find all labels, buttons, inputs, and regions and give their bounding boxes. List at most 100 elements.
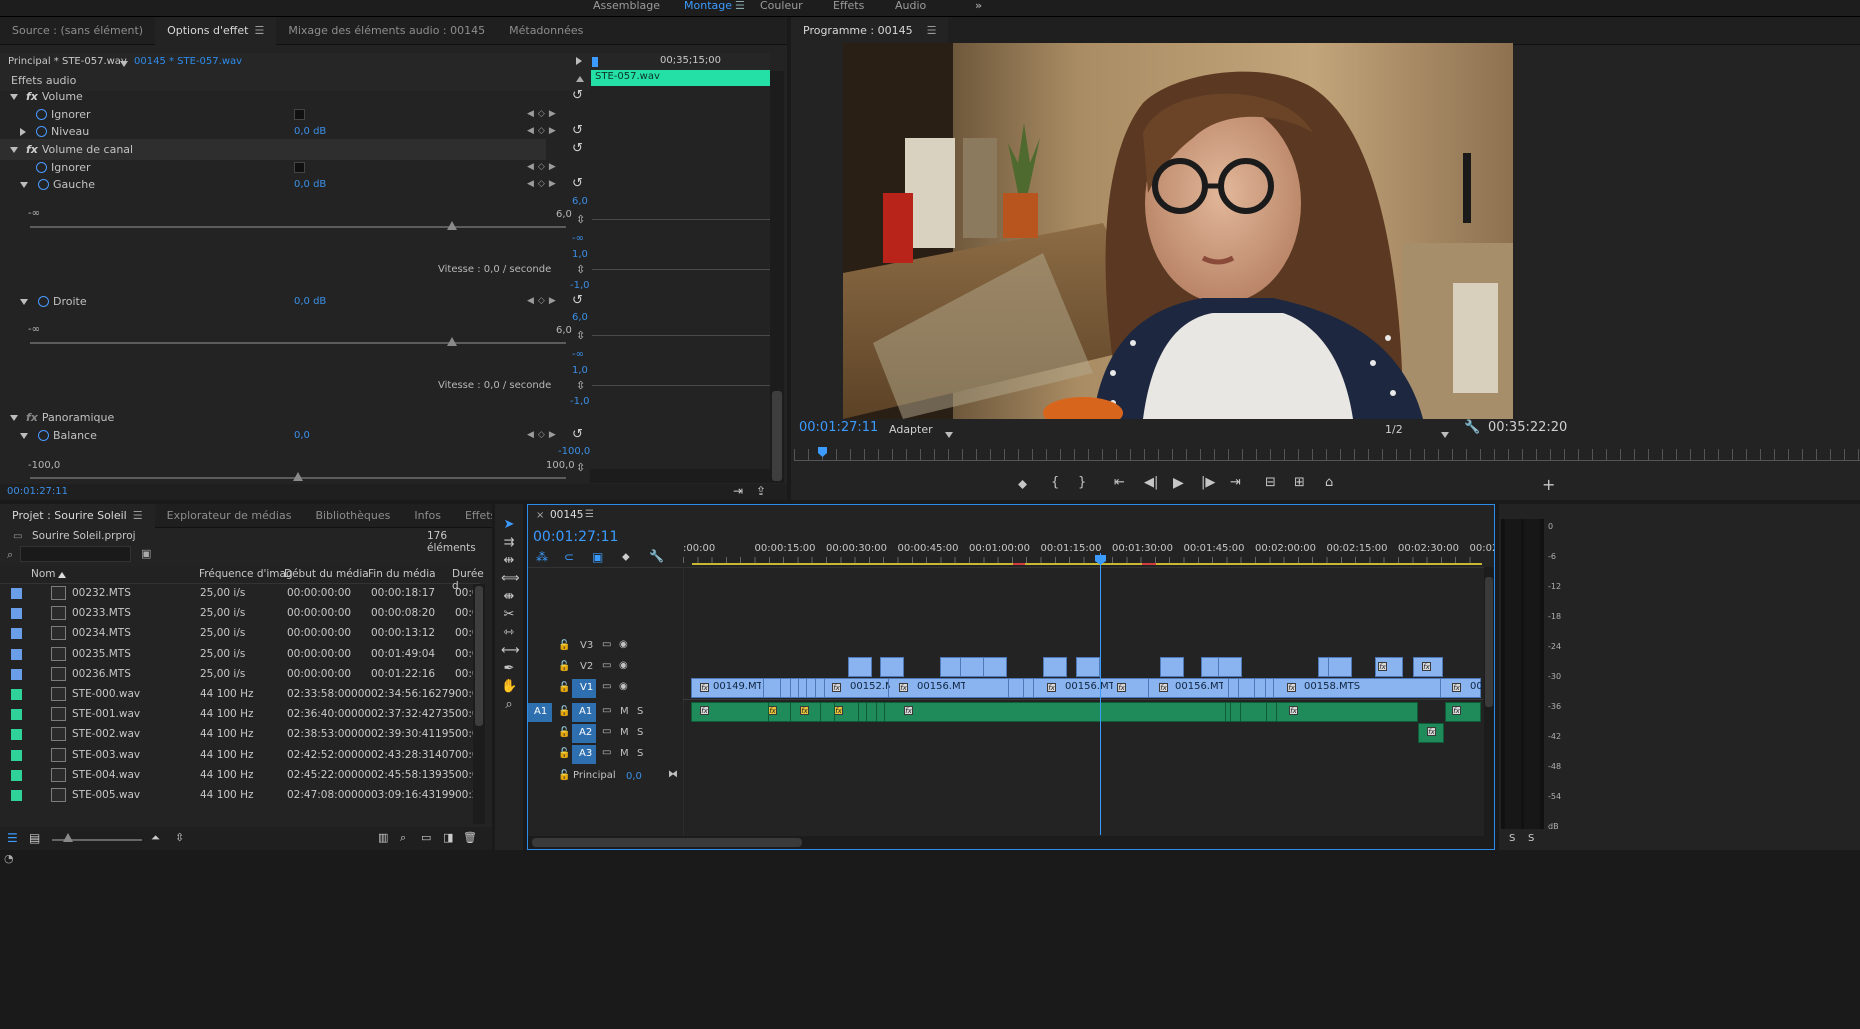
- column-frame-rate[interactable]: Fréquence d'imag: [199, 568, 293, 580]
- label-color-swatch[interactable]: [11, 689, 22, 700]
- wrench-icon[interactable]: 🔧: [1464, 420, 1480, 435]
- program-timecode[interactable]: 00:01:27:11: [799, 420, 878, 435]
- program-time-ruler[interactable]: [794, 449, 1860, 461]
- channel-right-value[interactable]: 0,0 dB: [294, 296, 326, 307]
- list-view-icon[interactable]: ☰: [7, 831, 18, 845]
- slip-tool-icon[interactable]: ⇿: [501, 625, 517, 641]
- list-item[interactable]: STE-000.wav 44 100 Hz 02:33:58:00000 02:34:…: [0, 685, 480, 705]
- expand-icon[interactable]: [20, 127, 26, 136]
- expand-icon[interactable]: [10, 414, 18, 421]
- workspace-effets[interactable]: Effets: [833, 0, 864, 12]
- trash-icon[interactable]: 🗑: [463, 831, 477, 844]
- automate-icon[interactable]: ▥: [378, 831, 388, 844]
- left-slider-thumb[interactable]: [447, 221, 457, 230]
- column-media-end[interactable]: Fin du média: [368, 568, 436, 580]
- reset-icon[interactable]: ↺: [572, 123, 583, 138]
- lift-icon[interactable]: ⊟: [1265, 475, 1276, 490]
- audio-clip-a1[interactable]: [1445, 702, 1481, 722]
- sort-ascending-icon[interactable]: [58, 572, 66, 578]
- label-color-swatch[interactable]: [11, 790, 22, 801]
- tab-media-browser[interactable]: Explorateur de médias: [155, 504, 304, 528]
- project-scrollbar[interactable]: [473, 584, 485, 824]
- reset-icon[interactable]: ↺: [572, 427, 583, 442]
- go-to-in-icon[interactable]: ⇤: [1114, 475, 1125, 490]
- video-frame[interactable]: [843, 43, 1513, 419]
- export-icon[interactable]: ⇪: [756, 484, 766, 498]
- timeline-hscroll[interactable]: [528, 836, 1494, 849]
- find-icon[interactable]: ⌕: [400, 831, 406, 845]
- expand-icon[interactable]: [10, 146, 18, 153]
- hand-tool-icon[interactable]: ✋: [501, 679, 517, 695]
- graph-scale-icon[interactable]: ⇳: [576, 379, 585, 392]
- keyframe-nav-icon[interactable]: ◀◇▶: [527, 126, 560, 136]
- label-color-swatch[interactable]: [11, 648, 22, 660]
- channel-left-value[interactable]: 0,0 dB: [294, 179, 326, 190]
- zoom-slider-thumb[interactable]: [63, 833, 73, 842]
- graph-scale-icon[interactable]: ⇳: [576, 461, 585, 474]
- pen-tool-icon[interactable]: ✒: [501, 661, 517, 677]
- workspace-couleur[interactable]: Couleur: [760, 0, 803, 12]
- sequence-clip-label[interactable]: 00145 * STE-057.wav: [134, 56, 242, 67]
- keyframe-nav-icon[interactable]: ◀◇▶: [527, 179, 560, 189]
- list-item[interactable]: 00235.MTS 25,00 i/s 00:00:00:00 00:01:49:04…: [0, 645, 480, 665]
- chevron-down-icon[interactable]: [120, 59, 128, 70]
- label-color-swatch[interactable]: [11, 628, 22, 640]
- label-color-swatch[interactable]: [11, 769, 22, 781]
- solo-right-button[interactable]: S: [1528, 833, 1534, 844]
- keyframe-nav-icon[interactable]: ◀◇▶: [527, 162, 560, 172]
- rate-stretch-tool-icon[interactable]: ⇼: [501, 589, 517, 605]
- left-slider-track[interactable]: [30, 226, 566, 228]
- chevron-down-icon[interactable]: [1441, 428, 1449, 441]
- ec-current-time[interactable]: 00:01:27:11: [7, 486, 68, 497]
- reset-icon[interactable]: ↺: [572, 88, 583, 103]
- stopwatch-icon[interactable]: [36, 162, 47, 173]
- quality-dropdown[interactable]: 1/2: [1385, 423, 1403, 436]
- tab-libraries[interactable]: Bibliothèques: [303, 504, 402, 528]
- mark-in-icon[interactable]: {: [1051, 475, 1059, 490]
- label-color-swatch[interactable]: [11, 588, 22, 599]
- step-forward-icon[interactable]: |▶: [1201, 475, 1215, 490]
- graph-scale-icon[interactable]: ⇳: [576, 329, 585, 342]
- right-slider-track[interactable]: [30, 342, 566, 344]
- source-clip-label[interactable]: Principal * STE-057.wav: [8, 56, 127, 67]
- workspace-audio[interactable]: Audio: [895, 0, 926, 12]
- add-marker-icon[interactable]: ⬥: [1018, 477, 1027, 492]
- keyframe-nav-icon[interactable]: ◀◇▶: [527, 109, 560, 119]
- new-item-icon[interactable]: ◨: [443, 831, 453, 844]
- chevron-down-icon[interactable]: [945, 428, 953, 441]
- volume-level-value[interactable]: 0,0 dB: [294, 126, 326, 137]
- tab-source[interactable]: Source : (sans élément): [0, 17, 155, 45]
- razor-tool-icon[interactable]: ✂: [501, 607, 517, 623]
- stopwatch-icon[interactable]: [38, 179, 49, 190]
- list-item[interactable]: STE-005.wav 44 100 Hz 02:47:08:00000 03:09:…: [0, 786, 480, 806]
- video-clip-v2[interactable]: [1076, 657, 1100, 677]
- slide-tool-icon[interactable]: ⟷: [501, 643, 520, 659]
- expand-icon[interactable]: [10, 93, 18, 100]
- search-input[interactable]: [20, 546, 131, 562]
- expand-icon[interactable]: [20, 432, 28, 439]
- video-clip-v2[interactable]: [960, 657, 984, 677]
- workspace-menu-icon[interactable]: ☰: [735, 0, 745, 12]
- tab-info[interactable]: Infos: [402, 504, 453, 528]
- reset-icon[interactable]: ↺: [572, 141, 583, 156]
- stopwatch-icon[interactable]: [36, 109, 47, 120]
- list-item[interactable]: STE-003.wav 44 100 Hz 02:42:52:00000 02:43:…: [0, 746, 480, 766]
- sort-icon[interactable]: ⏶: [151, 831, 160, 845]
- column-media-start[interactable]: Début du média: [284, 568, 369, 580]
- video-clip-v2[interactable]: [1160, 657, 1184, 677]
- tab-effect-options[interactable]: Options d'effet ☰: [155, 17, 277, 45]
- panel-menu-icon[interactable]: ☰: [133, 504, 143, 528]
- video-clip-v2[interactable]: [983, 657, 1007, 677]
- track-select-tool-icon[interactable]: ⇉: [501, 535, 517, 551]
- list-item[interactable]: 00232.MTS 25,00 i/s 00:00:00:00 00:00:18:17…: [0, 584, 480, 604]
- video-clip-v2[interactable]: [880, 657, 904, 677]
- workspace-montage[interactable]: Montage: [684, 0, 732, 12]
- fx-icon[interactable]: fx: [26, 90, 38, 103]
- video-clip-v2[interactable]: [1043, 657, 1067, 677]
- video-clip-v2[interactable]: [1218, 657, 1242, 677]
- column-name[interactable]: Nom: [31, 568, 56, 580]
- ec-clip-bar[interactable]: STE-057.wav: [591, 70, 770, 86]
- filter-icon[interactable]: ⇥: [733, 484, 743, 498]
- go-to-out-icon[interactable]: ⇥: [1230, 475, 1241, 490]
- video-clip-v2[interactable]: [848, 657, 872, 677]
